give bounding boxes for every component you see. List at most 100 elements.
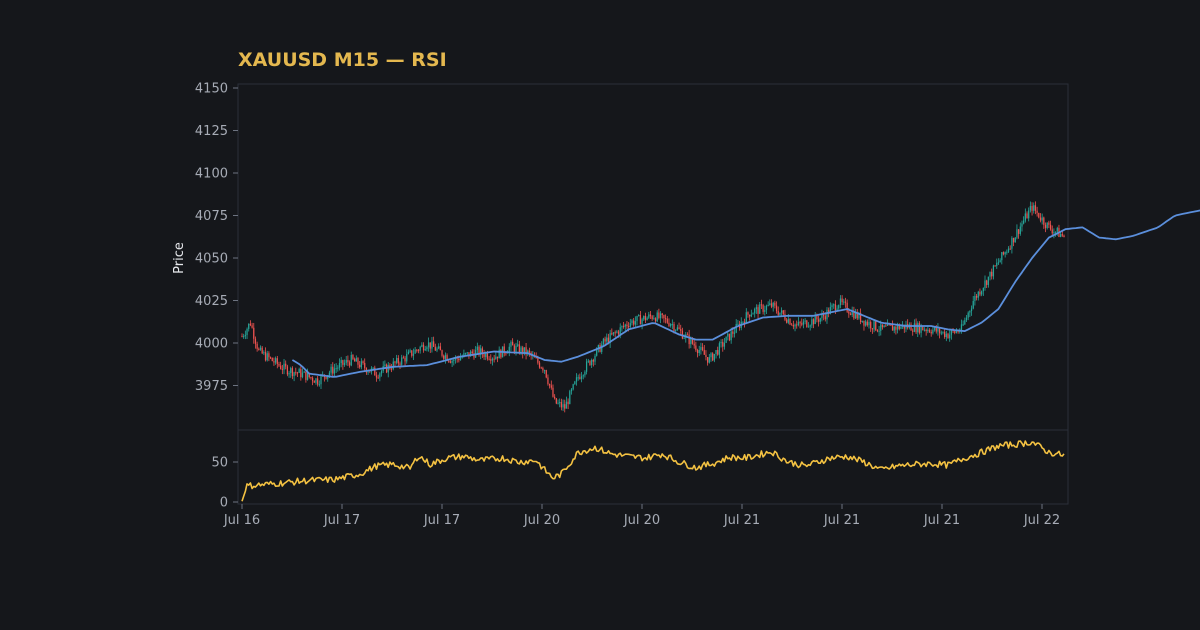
- candle-body: [471, 351, 473, 354]
- candle-body: [369, 371, 371, 373]
- candle-body: [466, 352, 468, 354]
- candle-body: [248, 323, 250, 329]
- candle-body: [340, 360, 342, 364]
- candle-body: [693, 343, 695, 346]
- candle-body: [695, 345, 697, 351]
- candle-body: [1063, 235, 1065, 238]
- candle-body: [543, 370, 546, 372]
- candle-body: [1034, 205, 1037, 211]
- candle-body: [752, 313, 754, 315]
- candle-body: [333, 368, 336, 374]
- candle-body: [696, 350, 699, 354]
- candle-body: [617, 331, 620, 335]
- candle-body: [417, 350, 420, 352]
- candle-body: [975, 295, 978, 298]
- candle-body: [826, 309, 828, 320]
- candle-body: [777, 311, 779, 315]
- candle-body: [612, 332, 615, 335]
- candle-body: [243, 336, 245, 338]
- candle-body: [268, 353, 270, 358]
- candle-body: [839, 298, 842, 306]
- candle-body: [347, 359, 349, 363]
- rsi-line: [241, 440, 1065, 502]
- candle-body: [244, 335, 246, 337]
- candle-body: [594, 355, 596, 362]
- candle-body: [411, 350, 413, 356]
- candle-body: [580, 376, 583, 379]
- candle-body: [885, 325, 887, 327]
- candle-body: [836, 308, 838, 311]
- candle-body: [649, 314, 652, 317]
- candle-body: [246, 328, 248, 336]
- candle-body: [638, 315, 640, 317]
- candle-body: [718, 343, 721, 355]
- candle-body: [772, 302, 774, 307]
- candle-body: [451, 360, 453, 363]
- candle-body: [505, 353, 507, 355]
- candle-body: [512, 341, 514, 346]
- candle-body: [779, 312, 781, 315]
- candle-body: [653, 318, 655, 320]
- candle-body: [797, 322, 800, 326]
- candle-body: [1044, 224, 1047, 228]
- candle-body: [686, 334, 689, 336]
- candle-body: [791, 324, 793, 326]
- time-tick-label: Jul 22: [1023, 513, 1060, 528]
- candle-body: [570, 389, 573, 392]
- candle-body: [559, 402, 561, 404]
- price-tick-label: 4050: [195, 252, 228, 267]
- candle-body: [510, 341, 512, 347]
- candle-body: [974, 295, 976, 302]
- candle-body: [426, 347, 428, 350]
- candle-body: [1012, 237, 1015, 243]
- candle-body: [291, 368, 294, 377]
- candle-body: [274, 358, 277, 363]
- candle-body: [626, 324, 628, 327]
- candle-body: [707, 357, 709, 363]
- candle-body: [542, 368, 544, 371]
- candle-body: [883, 325, 885, 328]
- candle-body: [557, 402, 559, 404]
- candle-body: [659, 313, 662, 319]
- candle-body: [453, 359, 455, 361]
- candle-body: [866, 321, 868, 326]
- candle-body: [1039, 217, 1042, 221]
- candle-body: [421, 344, 423, 347]
- candle-body: [949, 334, 951, 339]
- candle-body: [293, 372, 295, 377]
- candle-body: [712, 353, 714, 361]
- candle-body: [409, 350, 411, 352]
- candle-body: [1051, 229, 1053, 234]
- candle-body: [278, 364, 280, 366]
- candle-body: [1011, 237, 1013, 249]
- candle-body: [644, 315, 647, 321]
- candle-body: [937, 328, 939, 332]
- rsi-panel-frame: [237, 429, 1069, 505]
- candle-body: [407, 351, 410, 355]
- candle-body: [634, 321, 636, 325]
- candle-body: [962, 324, 964, 326]
- candle-body: [780, 310, 783, 313]
- candle-body: [940, 332, 942, 334]
- candle-body: [918, 323, 921, 333]
- candle-body: [683, 337, 685, 339]
- candle-body: [619, 327, 621, 335]
- candle-body: [868, 322, 870, 326]
- candle-body: [303, 371, 305, 373]
- candle-body: [733, 332, 736, 334]
- price-tick-label: 4075: [195, 209, 228, 224]
- candle-body: [353, 359, 356, 362]
- candle-body: [925, 329, 927, 332]
- candle-body: [1049, 224, 1052, 230]
- candle-body: [621, 326, 623, 328]
- candle-body: [784, 314, 786, 320]
- candle-body: [572, 384, 574, 390]
- candle-body: [330, 366, 332, 373]
- candle-body: [670, 324, 672, 326]
- candle-body: [765, 305, 768, 311]
- candle-body: [564, 404, 566, 409]
- candle-body: [317, 378, 319, 385]
- candle-body: [517, 344, 519, 346]
- candle-body: [875, 321, 877, 331]
- candle-body: [639, 315, 642, 325]
